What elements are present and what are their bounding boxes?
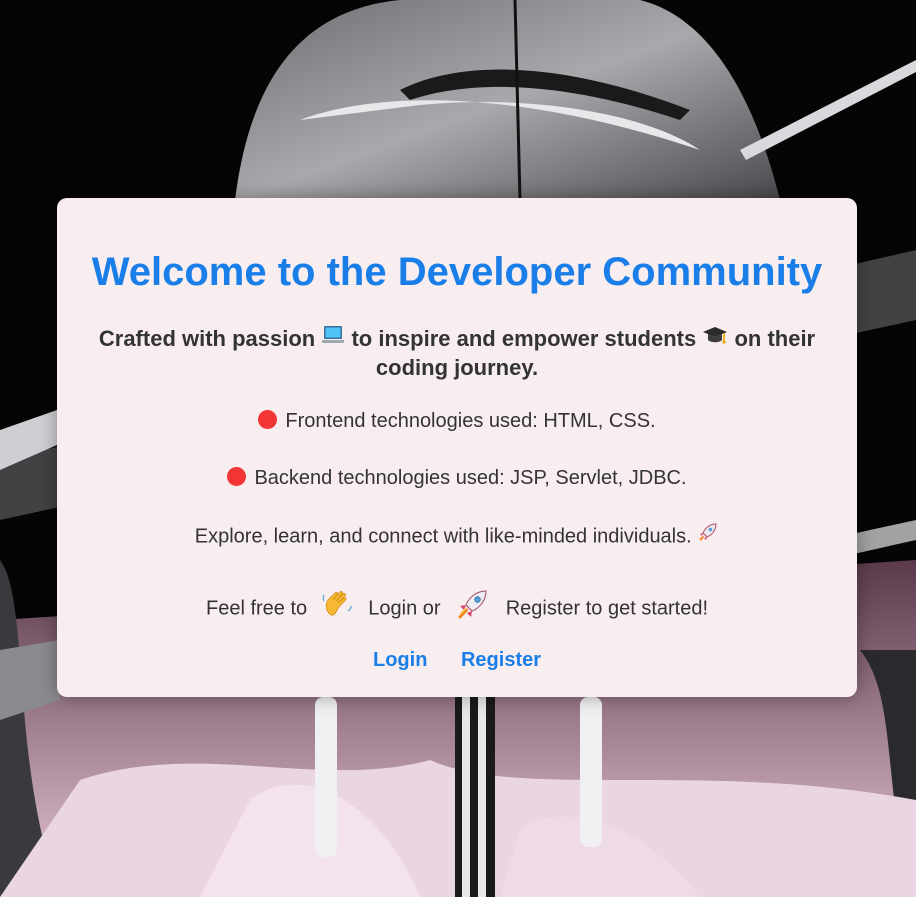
waving-hand-icon — [321, 589, 355, 625]
backend-line: Backend technologies used: JSP, Servlet,… — [57, 466, 857, 490]
welcome-card: Welcome to the Developer Community Craft… — [57, 198, 857, 697]
auth-links: Login Register — [57, 648, 857, 672]
laptop-icon — [321, 324, 345, 352]
subtitle-text-2: to inspire and empower students — [351, 326, 697, 351]
red-circle-icon — [258, 410, 278, 430]
cta-text-3: Register to get started! — [505, 597, 709, 620]
login-link[interactable]: Login — [373, 649, 427, 671]
register-link[interactable]: Register — [461, 649, 541, 671]
graduation-cap-icon — [702, 324, 728, 352]
red-circle-icon — [227, 467, 247, 487]
frontend-line: Frontend technologies used: HTML, CSS. — [57, 409, 857, 433]
frontend-text: Frontend technologies used: HTML, CSS. — [285, 410, 656, 432]
rocket-icon — [456, 588, 490, 626]
cta-text-1: Feel free to — [205, 597, 308, 620]
page-title: Welcome to the Developer Community — [91, 250, 823, 294]
cta-text-2: Login or — [368, 597, 441, 620]
explore-text: Explore, learn, and connect with like-mi… — [194, 525, 692, 548]
subtitle: Crafted with passion to inspire and empo… — [87, 325, 827, 381]
backend-text: Backend technologies used: JSP, Servlet,… — [254, 467, 687, 489]
explore-line: Explore, learn, and connect with like-mi… — [57, 523, 857, 551]
subtitle-text-1: Crafted with passion — [98, 326, 316, 351]
rocket-icon — [697, 521, 719, 549]
cta-line: Feel free to Login or Register to get st… — [57, 590, 857, 628]
